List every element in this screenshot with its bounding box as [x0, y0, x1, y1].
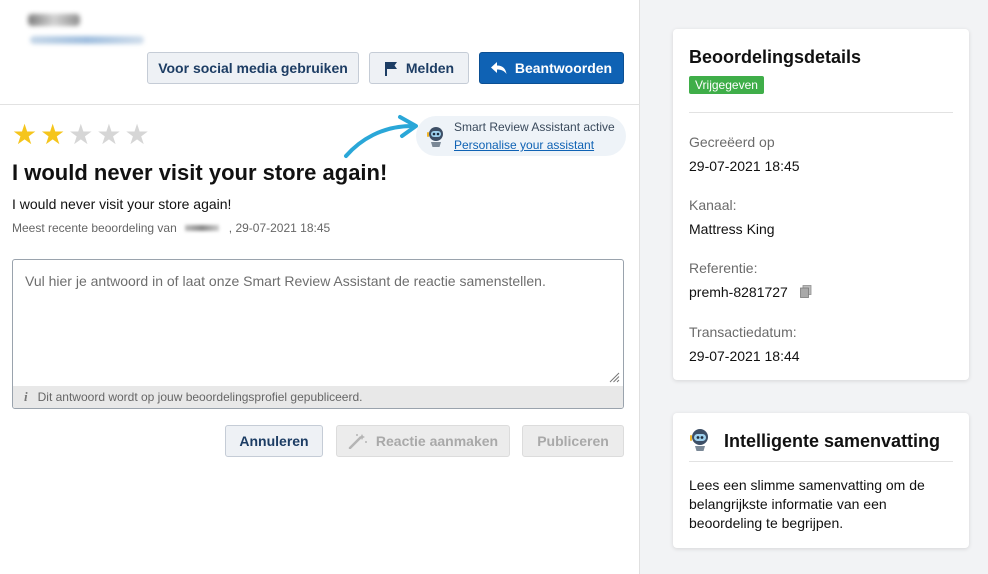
- reference-value: premh-8281727: [689, 284, 788, 300]
- social-media-button-label: Voor social media gebruiken: [158, 60, 348, 76]
- summary-text: Lees een slimme samenvatting om de belan…: [689, 477, 925, 531]
- magic-wand-icon: [348, 434, 367, 449]
- transaction-label: Transactiedatum:: [689, 324, 797, 340]
- review-panel: Voor social media gebruiken Melden Beant…: [0, 0, 640, 574]
- pointer-arrow-icon: [344, 115, 418, 158]
- header-divider: [0, 104, 640, 105]
- generate-reply-button[interactable]: Reactie aanmaken: [336, 425, 510, 457]
- intelligent-summary-title: Intelligente samenvatting: [724, 431, 941, 451]
- reference-row: premh-8281727: [689, 284, 812, 300]
- channel-label: Kanaal:: [689, 197, 737, 213]
- flag-icon: [384, 61, 397, 76]
- reviewer-subtitle-redacted: [30, 36, 144, 44]
- status-badge: Vrijgegeven: [689, 76, 764, 94]
- reply-textarea[interactable]: [13, 260, 623, 386]
- details-divider: [689, 112, 953, 113]
- star-icon-filled: ★: [12, 119, 38, 150]
- generate-reply-button-label: Reactie aanmaken: [375, 433, 499, 449]
- summary-divider: [689, 461, 953, 462]
- cancel-button[interactable]: Annuleren: [225, 425, 323, 457]
- reply-footer-note: Dit antwoord wordt op jouw beoordelingsp…: [37, 390, 363, 404]
- channel-value: Mattress King: [689, 221, 775, 237]
- robot-icon: [690, 429, 708, 451]
- star-icon-empty: ★: [124, 119, 150, 150]
- reply-button-label: Beantwoorden: [514, 60, 613, 76]
- smart-review-assistant: Smart Review Assistant active Personalis…: [416, 116, 626, 156]
- info-icon: i: [24, 389, 28, 404]
- reply-button[interactable]: Beantwoorden: [479, 52, 624, 84]
- publish-button[interactable]: Publiceren: [522, 425, 624, 457]
- reply-arrow-icon: [490, 62, 507, 74]
- star-icon-filled: ★: [40, 119, 66, 150]
- review-meta-prefix: Meest recente beoordeling van: [12, 221, 177, 235]
- publish-button-label: Publiceren: [537, 433, 609, 449]
- sidebar: Beoordelingsdetails Vrijgegeven Gecreëer…: [641, 0, 988, 574]
- star-rating: ★ ★ ★ ★ ★: [12, 121, 150, 149]
- transaction-value: 29-07-2021 18:44: [689, 348, 800, 364]
- report-button[interactable]: Melden: [369, 52, 469, 84]
- star-icon-empty: ★: [68, 119, 94, 150]
- created-value: 29-07-2021 18:45: [689, 158, 800, 174]
- star-icon-empty: ★: [96, 119, 122, 150]
- created-label: Gecreëerd op: [689, 134, 775, 150]
- review-meta: Meest recente beoordeling van , 29-07-202…: [12, 221, 330, 235]
- review-details-title: Beoordelingsdetails: [689, 47, 862, 67]
- cancel-button-label: Annuleren: [239, 433, 309, 449]
- review-title: I would never visit your store again!: [12, 160, 388, 185]
- social-media-button[interactable]: Voor social media gebruiken: [147, 52, 359, 84]
- reviewer-name-redacted: [28, 14, 80, 26]
- intelligent-summary-card: Intelligente samenvatting Lees een slimm…: [673, 413, 969, 548]
- reply-box: i Dit antwoord wordt op jouw beoordeling…: [12, 259, 624, 409]
- reference-label: Referentie:: [689, 260, 758, 276]
- review-details-card: Beoordelingsdetails Vrijgegeven Gecreëer…: [673, 29, 969, 380]
- report-button-label: Melden: [405, 60, 455, 76]
- reply-footer: i Dit antwoord wordt op jouw beoordeling…: [13, 386, 623, 408]
- personalise-assistant-link[interactable]: Personalise your assistant: [454, 138, 594, 152]
- assistant-status: Smart Review Assistant active: [454, 120, 615, 134]
- copy-icon[interactable]: [799, 285, 812, 298]
- reviewer-name-redacted: [184, 225, 219, 232]
- review-text: I would never visit your store again!: [12, 196, 232, 212]
- resize-handle-icon[interactable]: [609, 372, 620, 383]
- robot-icon: [427, 127, 443, 147]
- review-meta-date: , 29-07-2021 18:45: [228, 221, 331, 235]
